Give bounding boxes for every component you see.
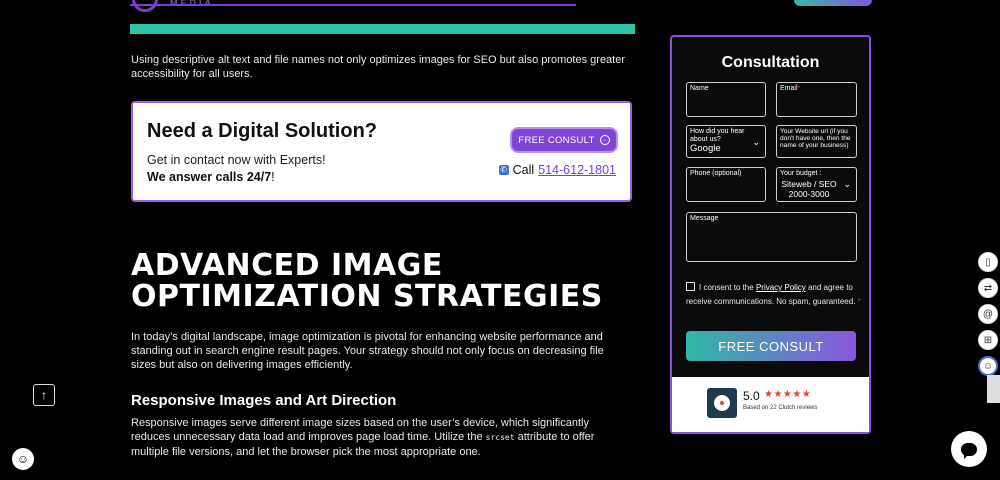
star-rating-icon: ★★★★★ [764,389,812,400]
message-field[interactable]: Message [686,212,857,262]
chevron-down-icon: ⌄ [752,137,760,147]
phone-label: Phone (optional) [690,170,742,177]
scroll-top-button[interactable]: ↑ [33,384,55,406]
clutch-logo-icon [707,388,737,418]
chat-icon [961,442,977,459]
chevron-down-icon: ⌄ [843,179,851,189]
arrow-up-icon: ↑ [41,388,47,402]
message-label: Message [690,215,719,222]
phone-link[interactable]: 514-612-1801 [538,163,616,177]
clutch-badge[interactable]: 5.0 ★★★★★ Based on 22 Clutch reviews [672,377,869,432]
website-field[interactable]: Your Website url (if you don't have one,… [776,125,857,158]
referral-label: How did you hear about us? [690,128,745,143]
cta-calls-bold: We answer calls 24/7 [147,170,272,184]
accessibility-icon[interactable]: ☺ [978,356,998,376]
header-divider [130,4,576,6]
name-label: Name [690,85,709,92]
budget-value: Siteweb / SEO 2000-3000 [781,179,837,199]
book-icon[interactable]: ▯ [978,252,998,272]
consent-pre: I consent to the [699,283,756,292]
referral-value: Google [690,143,721,154]
at-icon[interactable]: @ [978,304,998,324]
checkbox-icon[interactable] [686,282,695,291]
arrow-right-icon: → [599,135,610,145]
submit-button[interactable]: FREE CONSULT [686,331,856,361]
grid-icon[interactable]: ⊞ [978,330,998,350]
consultation-form: Consultation Name Email* How did you hea… [670,35,871,434]
email-field[interactable]: Email* [776,82,857,117]
article-paragraph: In today’s digital landscape, image opti… [131,331,604,371]
cta-subtitle: Get in contact now with Experts! [147,153,326,167]
free-consult-label: FREE CONSULT [518,134,595,146]
clutch-score: 5.0 [743,389,760,403]
clutch-reviews: Based on 22 Clutch reviews [743,405,818,411]
budget-label: Your budget : [780,170,822,177]
cta-calls-text: We answer calls 24/7! [147,170,275,184]
cta-box: Need a Digital Solution? Get in contact … [131,101,632,202]
section-heading-line1: ADVANCED IMAGE [131,248,443,283]
article-subheading: Responsive Images and Art Direction [131,392,397,409]
chat-button[interactable] [951,431,987,467]
srcset-code: srcset [485,433,515,442]
phone-field[interactable]: Phone (optional) [686,167,766,202]
intro-paragraph: Using descriptive alt text and file name… [131,54,626,80]
article-paragraph-2: Responsive images serve different image … [131,416,631,459]
form-title: Consultation [721,54,820,71]
cta-phone: ✆ Call 514-612-1801 [498,163,616,177]
phone-icon: ✆ [498,165,509,175]
cookie-settings-button[interactable]: ☺ [12,448,34,470]
website-label: Your Website url (if you don't have one,… [780,128,851,149]
email-label: Email [780,85,798,92]
cookie-icon: ☺ [16,452,30,466]
privacy-policy-link[interactable]: Privacy Policy [756,283,806,292]
side-tab[interactable] [987,375,1000,403]
referral-select[interactable]: How did you hear about us? Google ⌄ [686,125,766,158]
section-heading: ADVANCED IMAGE OPTIMIZATION STRATEGIES [131,250,603,312]
free-consult-button[interactable]: FREE CONSULT → [512,129,616,151]
call-label: Call [512,163,535,177]
logo-icon[interactable] [132,0,158,12]
cta-title: Need a Digital Solution? [147,120,378,142]
translate-icon[interactable]: ⇄ [978,278,998,298]
section-heading-line2: OPTIMIZATION STRATEGIES [131,279,603,314]
header-button[interactable] [794,0,872,6]
accent-bar [130,24,635,34]
budget-select[interactable]: Your budget : Siteweb / SEO 2000-3000 ⌄ [776,167,857,202]
consent-checkbox[interactable]: I consent to the Privacy Policy and agre… [686,281,861,308]
name-field[interactable]: Name [686,82,766,117]
cta-calls-tail: ! [271,170,275,184]
